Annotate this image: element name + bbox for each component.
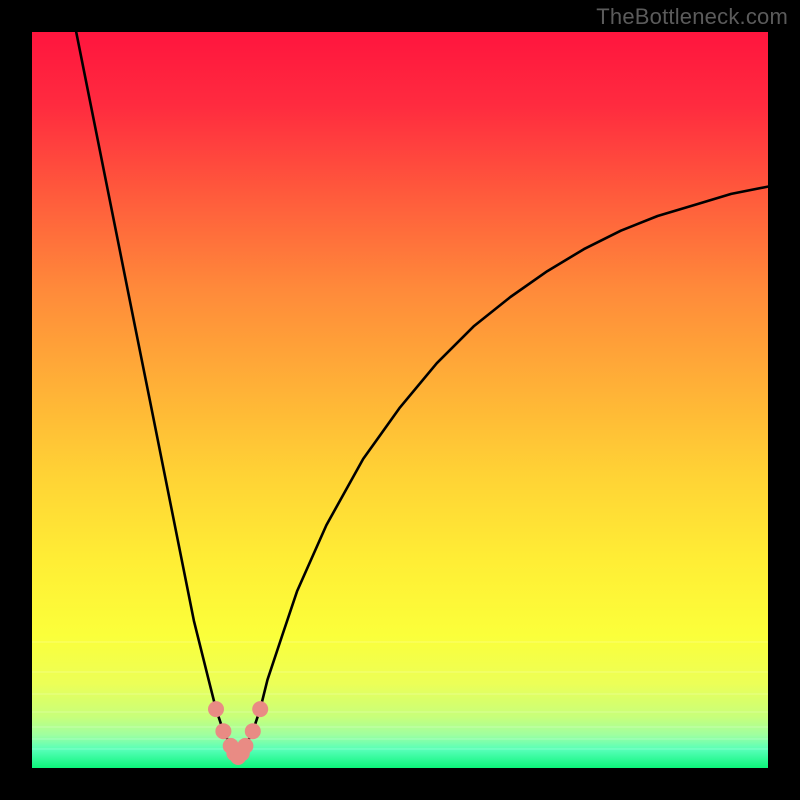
bottleneck-curve [32, 32, 768, 768]
valley-marker [208, 701, 224, 717]
valley-marker [252, 701, 268, 717]
valley-marker [245, 723, 261, 739]
chart-container: TheBottleneck.com [0, 0, 800, 800]
watermark-text: TheBottleneck.com [596, 4, 788, 30]
valley-marker [215, 723, 231, 739]
valley-marker [237, 738, 253, 754]
plot-area [32, 32, 768, 768]
